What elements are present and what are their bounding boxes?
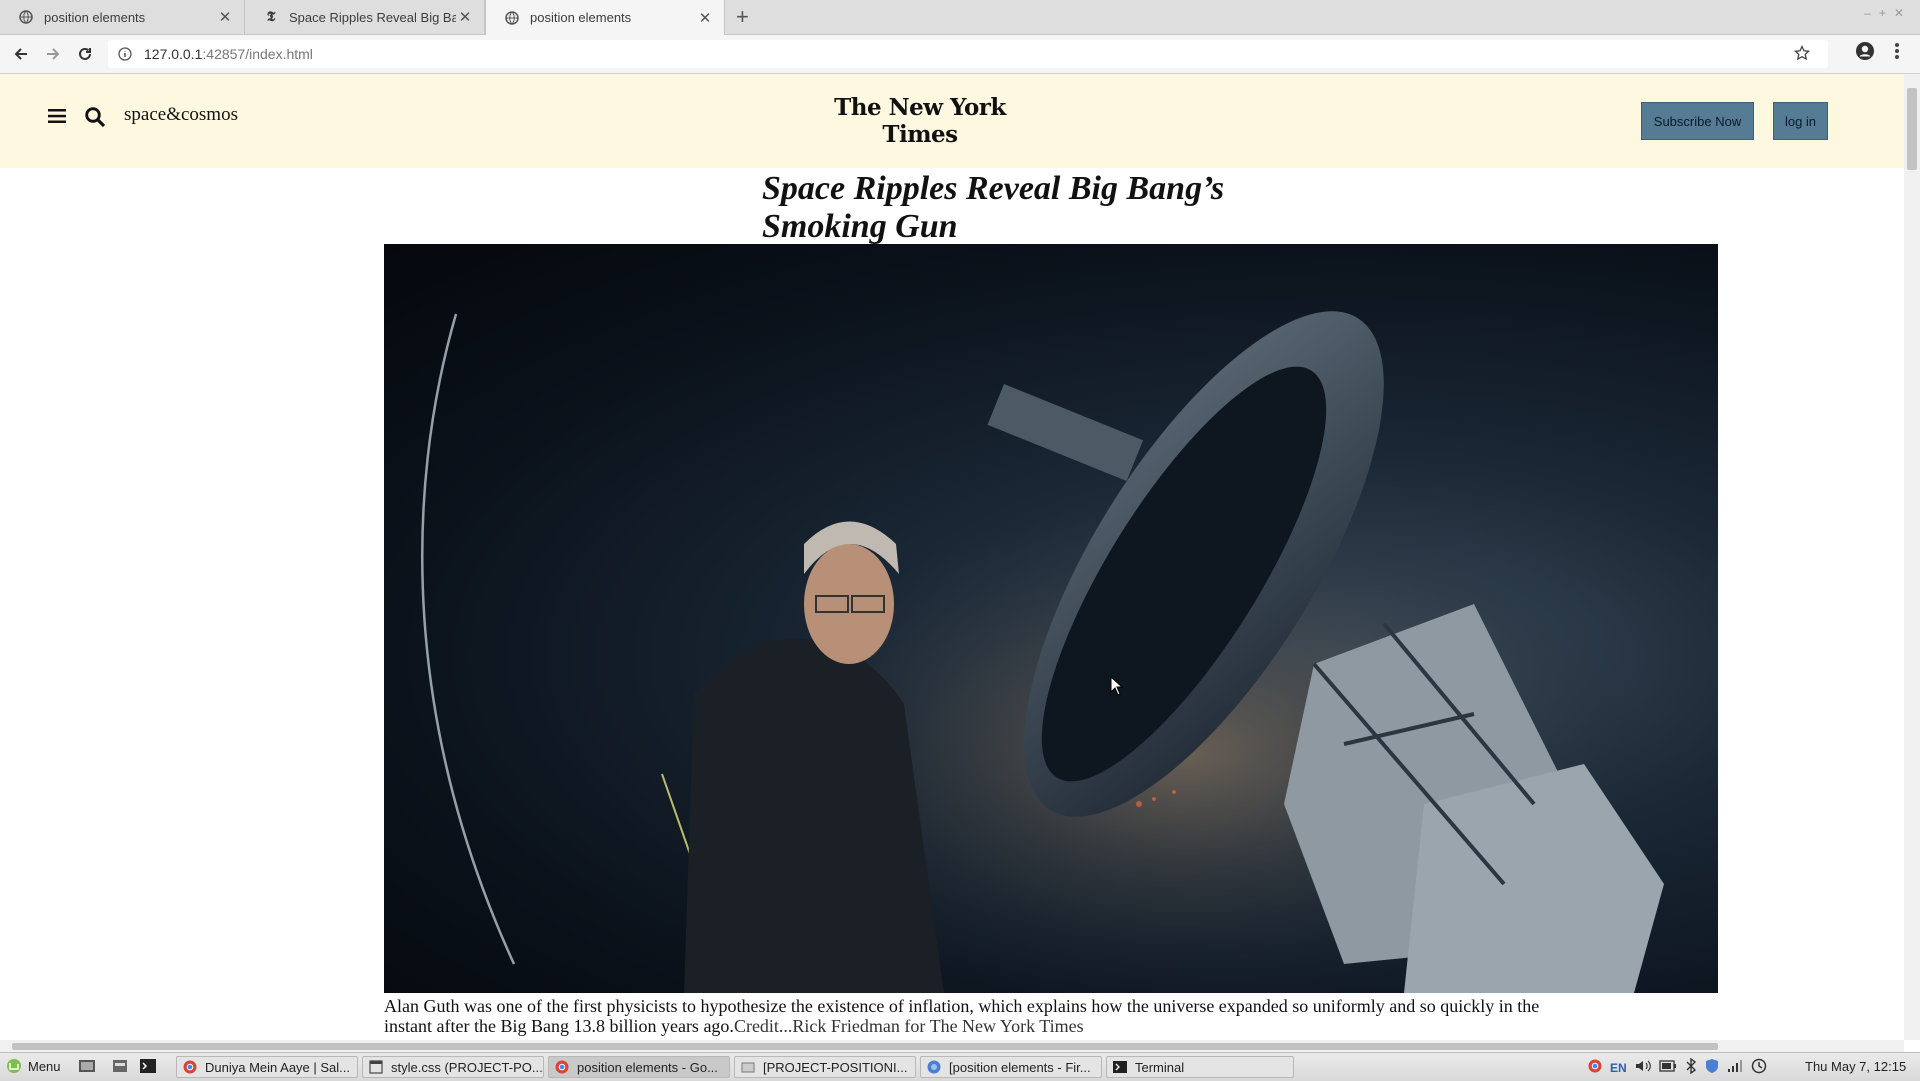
taskbar-clock[interactable]: Thu May 7, 12:15 — [1805, 1059, 1906, 1074]
scrollbar-thumb[interactable] — [1907, 88, 1917, 170]
taskbar-item-label: position elements - Go... — [577, 1059, 718, 1075]
show-desktop-icon[interactable] — [78, 1058, 96, 1077]
tab-title: position elements — [44, 9, 146, 25]
close-icon[interactable]: ✕ — [456, 8, 474, 26]
photo-caption: Alan Guth was one of the first physicist… — [384, 996, 1544, 1036]
taskbar-item-label: [PROJECT-POSITIONI... — [763, 1059, 908, 1075]
volume-icon[interactable] — [1635, 1059, 1651, 1076]
clock-icon[interactable] — [1751, 1058, 1767, 1077]
tab-strip: position elements ✕ 𝕿 Space Ripples Reve… — [0, 0, 1920, 35]
profile-avatar-icon[interactable] — [1855, 41, 1875, 66]
browser-menu-icon[interactable] — [1894, 42, 1900, 65]
bluetooth-icon[interactable] — [1685, 1057, 1697, 1077]
url-text: 127.0.0.1:42857/index.html — [144, 46, 313, 62]
browser-tab-3[interactable]: position elements ✕ — [485, 0, 725, 35]
taskbar-item-label: [position elements - Fir... — [949, 1059, 1091, 1075]
login-button[interactable]: log in — [1773, 102, 1828, 140]
terminal-icon — [1113, 1060, 1127, 1074]
network-signal-icon[interactable] — [1727, 1059, 1743, 1076]
article-headline: Space Ripples Reveal Big Bang’s Smoking … — [762, 170, 1225, 245]
globe-icon — [18, 9, 34, 25]
taskbar-item-label: Terminal — [1135, 1059, 1185, 1075]
new-tab-button[interactable]: + — [736, 4, 749, 30]
vertical-scrollbar[interactable] — [1904, 74, 1920, 1040]
battery-icon[interactable] — [1659, 1060, 1677, 1075]
chrome-tray-icon[interactable] — [1588, 1059, 1602, 1076]
taskbar-item-folder[interactable]: [PROJECT-POSITIONI... — [734, 1056, 916, 1078]
url-path: :42857/index.html — [202, 46, 313, 62]
tab-title: position elements — [530, 10, 632, 25]
search-icon[interactable] — [84, 106, 106, 133]
chrome-icon — [555, 1060, 569, 1074]
mouse-cursor-icon — [1110, 676, 1124, 696]
site-logo[interactable]: The New York Times — [820, 94, 1020, 148]
hamburger-menu-icon[interactable] — [48, 108, 66, 129]
taskbar-item-firefox[interactable]: [position elements - Fir... — [920, 1056, 1102, 1078]
hero-photo — [384, 244, 1718, 993]
back-arrow-icon[interactable] — [8, 41, 34, 67]
file-manager-icon[interactable] — [112, 1058, 128, 1077]
keyboard-language[interactable]: EN — [1610, 1061, 1627, 1075]
taskbar: Menu Duniya Mein Aaye | Sal... style.css… — [0, 1052, 1920, 1081]
tab-title: Space Ripples Reveal Big Bang's Smoking … — [289, 9, 456, 25]
browser-tab-2[interactable]: 𝕿 Space Ripples Reveal Big Bang's Smokin… — [245, 0, 485, 34]
chrome-icon — [183, 1060, 197, 1074]
taskbar-item-editor[interactable]: style.css (PROJECT-PO... — [362, 1056, 544, 1078]
taskbar-item-chrome[interactable]: position elements - Go... — [548, 1056, 730, 1078]
taskbar-item-terminal[interactable]: Terminal — [1106, 1056, 1294, 1078]
firefox-icon — [927, 1060, 941, 1074]
hero-photo-illustration — [384, 244, 1718, 993]
mint-logo-icon — [7, 1059, 21, 1073]
scrollbar-thumb[interactable] — [12, 1043, 1718, 1050]
close-icon[interactable]: ✕ — [216, 8, 234, 26]
window-controls[interactable]: –+✕ — [1864, 6, 1912, 20]
folder-icon — [741, 1060, 755, 1074]
photo-credit: Credit...Rick Friedman for The New York … — [733, 1016, 1084, 1036]
shield-icon[interactable] — [1705, 1058, 1719, 1077]
start-menu-button[interactable]: Menu — [6, 1058, 61, 1074]
terminal-launcher-icon[interactable] — [140, 1058, 156, 1077]
browser-tab-1[interactable]: position elements ✕ — [0, 0, 245, 34]
menu-label: Menu — [28, 1058, 61, 1074]
site-header: space&cosmos The New York Times Subscrib… — [0, 74, 1904, 168]
subscribe-button[interactable]: Subscribe Now — [1641, 102, 1754, 140]
taskbar-item-label: style.css (PROJECT-PO... — [391, 1059, 543, 1075]
system-tray: EN — [1588, 1057, 1767, 1077]
section-name[interactable]: space&cosmos — [124, 104, 238, 126]
horizontal-scrollbar[interactable] — [0, 1040, 1904, 1052]
reload-icon[interactable] — [72, 41, 98, 67]
address-bar[interactable]: 127.0.0.1:42857/index.html — [108, 40, 1828, 68]
taskbar-item-music[interactable]: Duniya Mein Aaye | Sal... — [176, 1056, 358, 1078]
editor-icon — [369, 1060, 383, 1074]
url-host: 127.0.0.1 — [144, 46, 203, 62]
info-icon[interactable] — [118, 47, 134, 61]
taskbar-item-label: Duniya Mein Aaye | Sal... — [205, 1059, 351, 1075]
nyt-favicon-icon: 𝕿 — [266, 9, 276, 25]
page-viewport: space&cosmos The New York Times Subscrib… — [0, 74, 1904, 1040]
close-icon[interactable]: ✕ — [696, 9, 714, 27]
bookmark-star-icon[interactable] — [1793, 44, 1811, 66]
forward-arrow-icon[interactable] — [40, 41, 66, 67]
browser-toolbar: 127.0.0.1:42857/index.html — [0, 35, 1920, 74]
globe-icon — [504, 10, 520, 26]
